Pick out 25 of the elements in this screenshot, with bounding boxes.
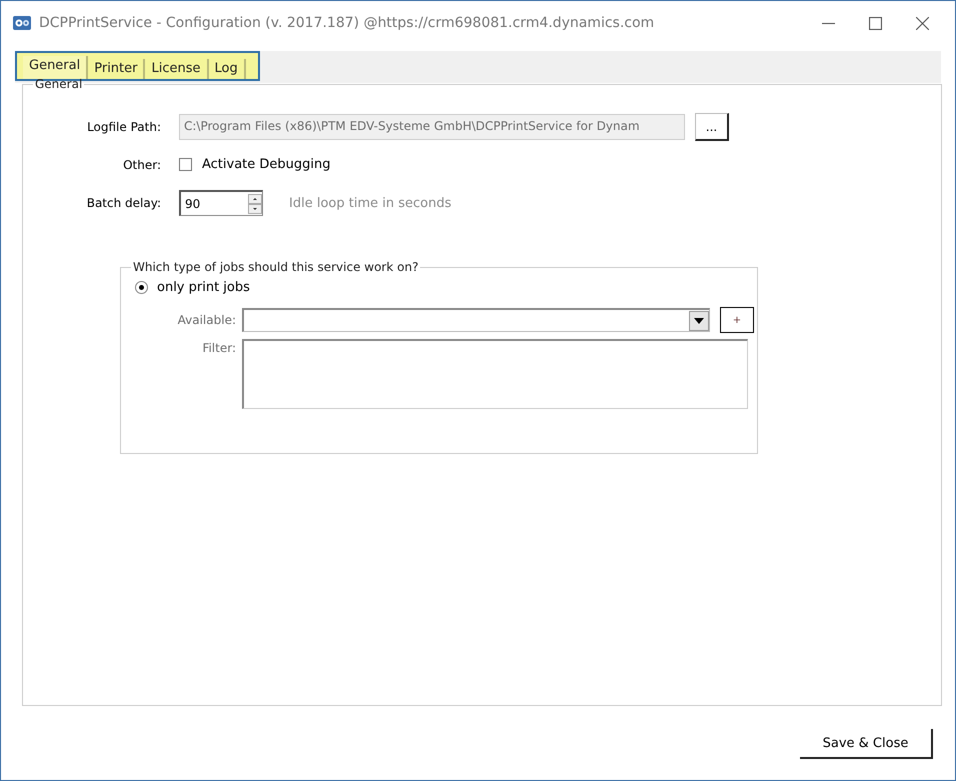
tab[interactable]: Printer [88,59,146,79]
group-title: General [34,77,84,91]
field-label: Logfile Path: [86,120,162,134]
field-label: Filter: [201,340,237,355]
checkbox[interactable] [179,158,192,171]
radio-label: only print jobs [157,280,250,295]
filter-field[interactable] [242,339,748,409]
save-close-button[interactable]: Save & Close [800,729,933,759]
maximize-icon[interactable] [869,16,882,30]
close-icon[interactable] [916,16,929,30]
group-title: Which type of jobs should this service work on? [132,260,420,274]
field-label: Available: [176,313,237,327]
number-field[interactable]: 90 [179,190,263,216]
field-label: Other: [122,158,162,172]
dropdown-arrow-icon[interactable] [694,318,704,324]
hint-text: Idle loop time in seconds [289,196,452,210]
checkbox-label: Activate Debugging [202,157,331,172]
window-title: DCPPrintService - Configuration (v. 2017.187) @https://crm698081.crm4.dynamics.com [39,15,654,31]
add-button[interactable]: + [720,307,754,333]
tab[interactable]: General [23,56,88,79]
field-label: Batch delay: [86,196,162,210]
spinner-arrows-icon[interactable] [248,194,262,214]
tab[interactable]: License [145,59,208,79]
radio-button[interactable] [135,281,148,294]
tab[interactable]: Log [208,59,246,79]
